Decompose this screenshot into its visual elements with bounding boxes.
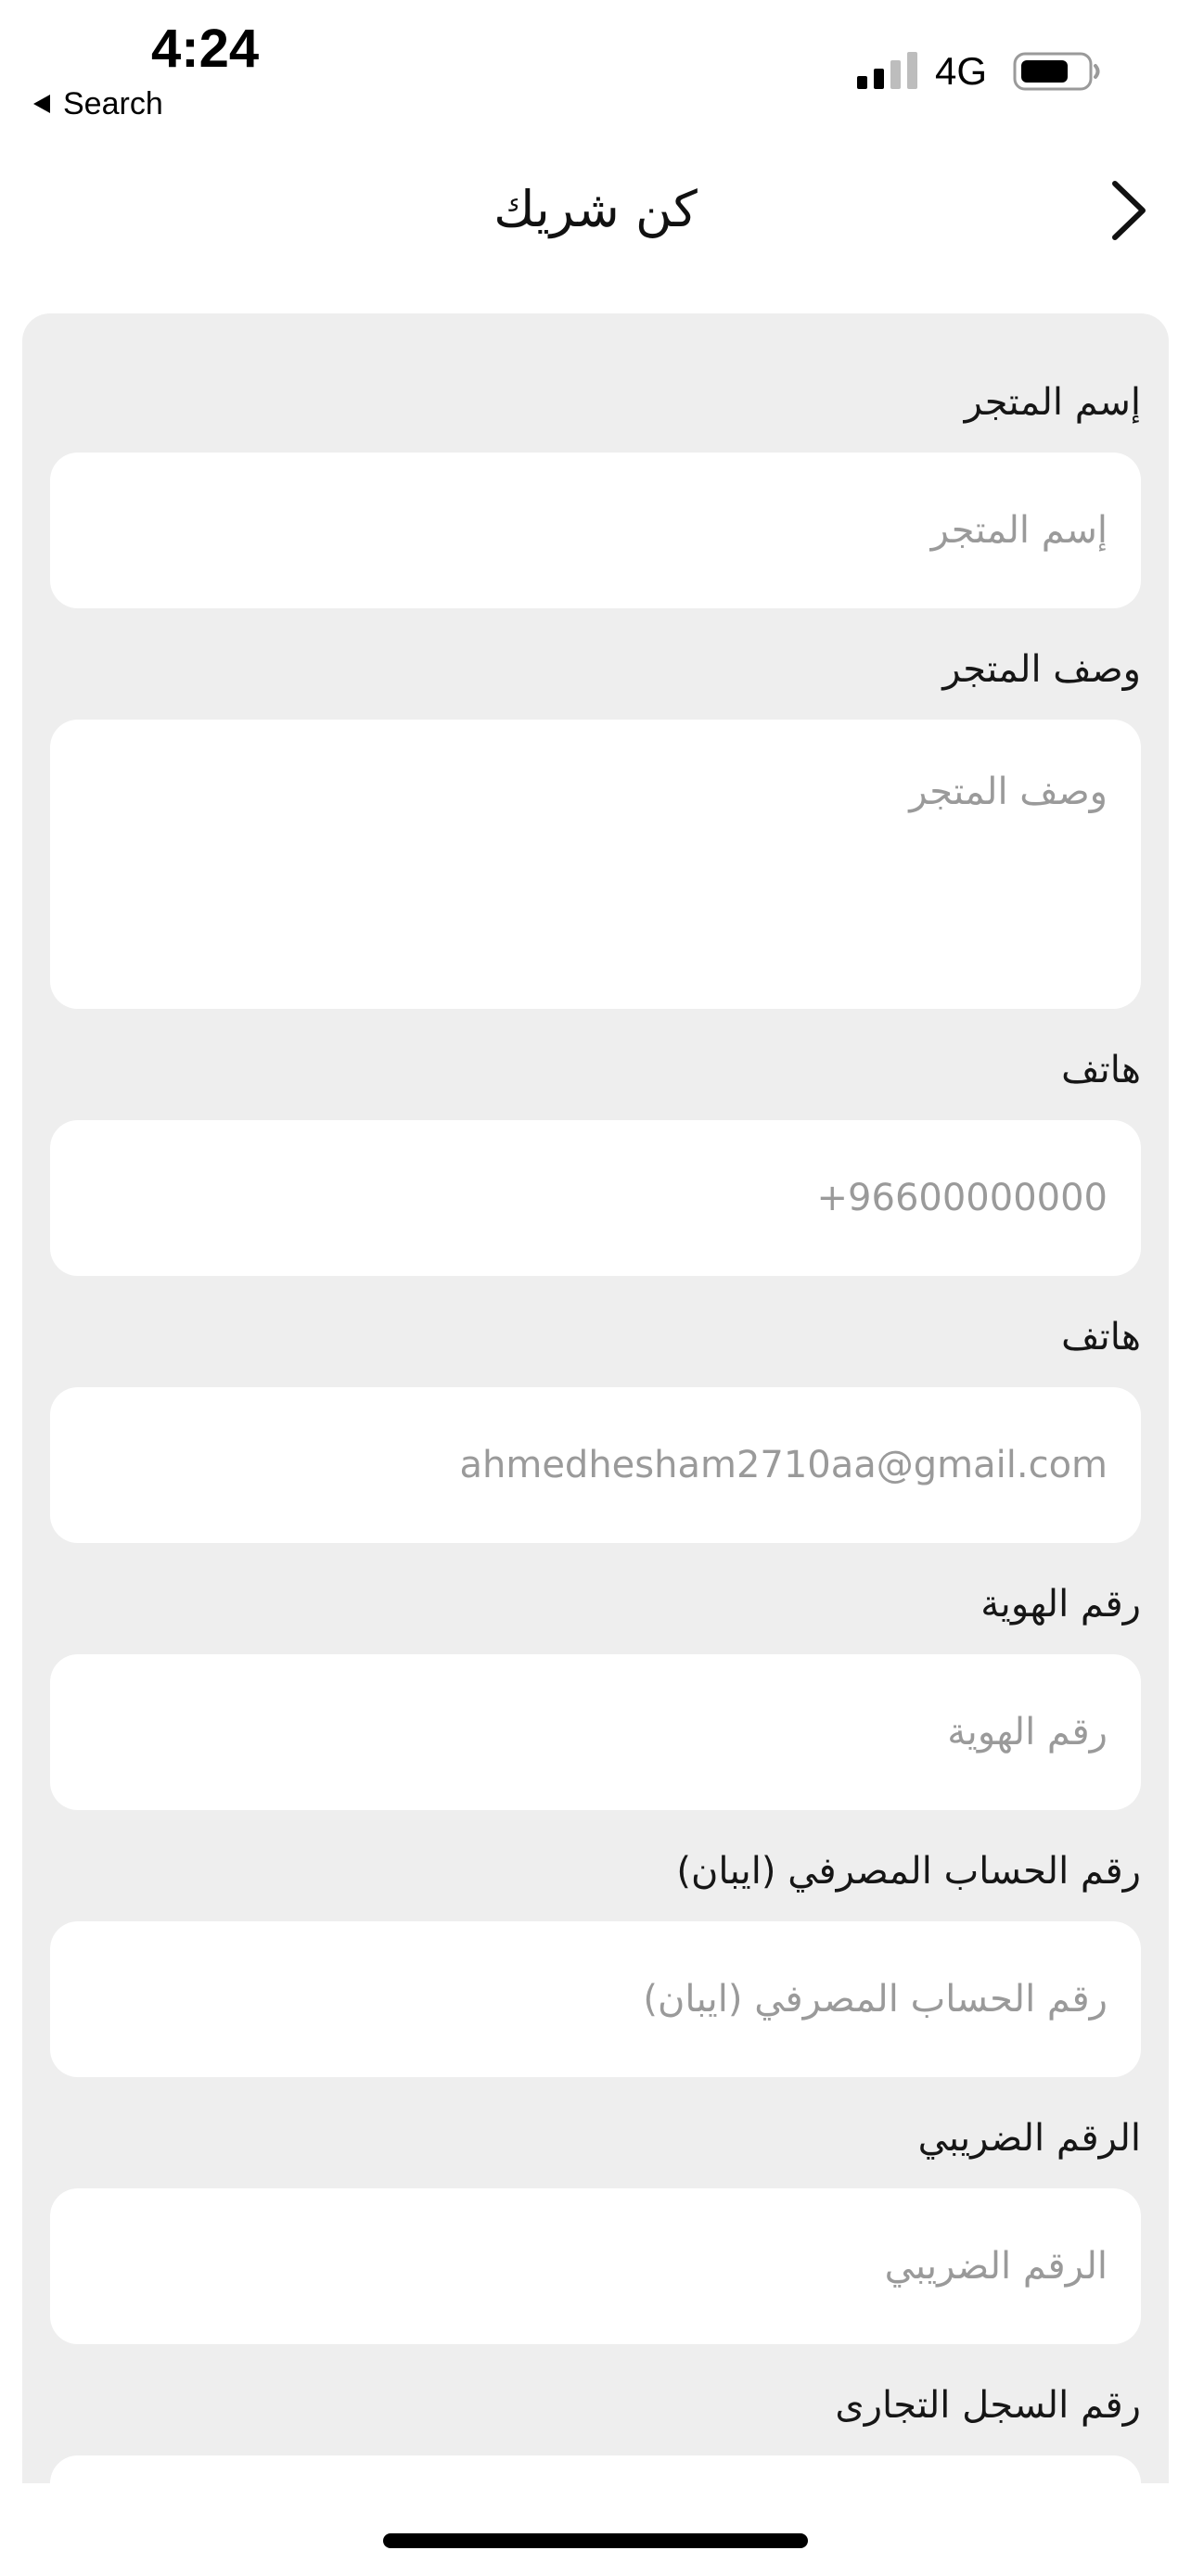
store-description-label: وصف المتجر [942,648,1141,691]
page-title: كن شريك [493,180,698,238]
commercial-register-field-container[interactable] [50,2455,1141,2483]
status-time: 4:24 [151,19,260,79]
tax-number-input[interactable] [50,2188,1141,2344]
battery-icon [1013,52,1100,91]
phone-field-container [50,1120,1141,1276]
id-number-label: رقم الهوية [980,1583,1141,1626]
signal-icon [857,52,917,89]
iban-field-container [50,1921,1141,2077]
home-indicator[interactable] [383,2533,808,2548]
tax-number-field-container [50,2188,1141,2344]
iban-input[interactable] [50,1921,1141,2077]
tax-number-label: الرقم الضريبي [917,2117,1141,2160]
store-description-textarea[interactable] [50,720,1141,1009]
commercial-register-label: رقم السجل التجارى [835,2384,1141,2427]
email-input[interactable] [50,1387,1141,1543]
email-field-container [50,1387,1141,1543]
store-name-input[interactable] [50,453,1141,608]
store-name-label: إسم المتجر [964,381,1141,424]
network-type: 4G [935,49,988,93]
chevron-right-icon[interactable] [1104,176,1154,245]
id-number-input[interactable] [50,1654,1141,1810]
store-description-field-container [50,720,1141,1009]
store-name-field-container [50,453,1141,608]
phone-label: هاتف [1061,1049,1141,1091]
iban-label: رقم الحساب المصرفي (ايبان) [676,1850,1141,1893]
back-triangle-icon [33,95,50,113]
email-label: هاتف [1061,1316,1141,1358]
back-to-search-link[interactable]: Search [33,83,163,124]
partner-form: إسم المتجر وصف المتجر هاتف هاتف رقم الهو… [22,313,1169,2483]
id-number-field-container [50,1654,1141,1810]
back-label: Search [63,85,163,121]
phone-input[interactable] [50,1120,1141,1276]
